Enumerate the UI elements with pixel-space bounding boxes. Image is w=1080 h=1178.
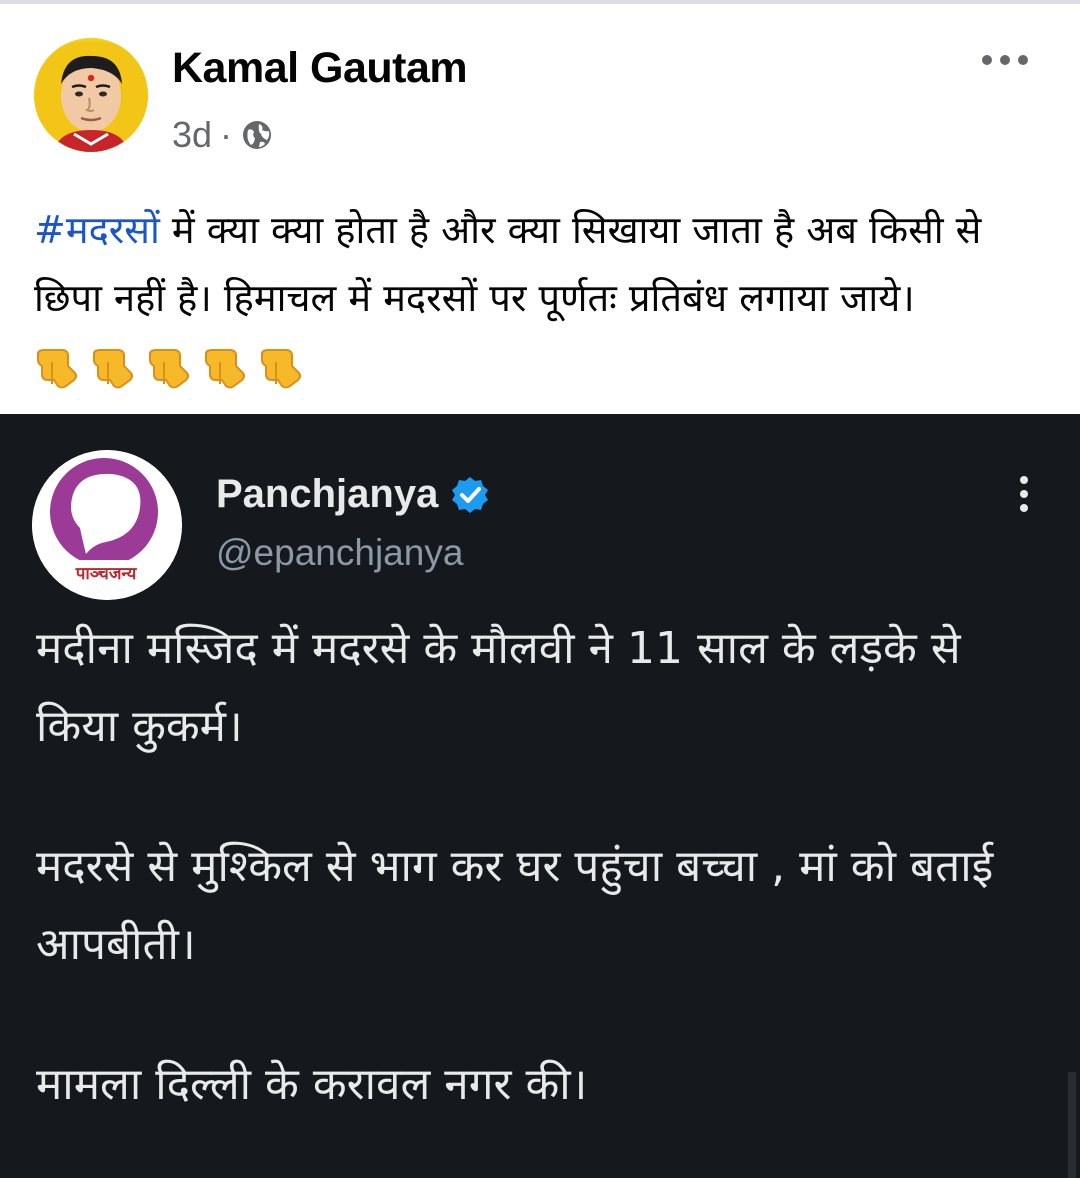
meta-separator: ·: [220, 114, 233, 155]
tweet-avatar[interactable]: पाञ्चजन्य: [32, 450, 182, 600]
post-time[interactable]: 3d: [172, 114, 212, 156]
emoji-row: 👇👇👇👇👇: [34, 348, 308, 390]
tweet-name-row: Panchjanya: [216, 472, 490, 517]
tweet-body: मदीना मस्जिद में मदरसे के मौलवी ने 11 सा…: [36, 610, 1056, 1178]
avatar-illustration: [34, 38, 148, 152]
verified-badge-icon: [452, 476, 489, 513]
tweet-display-name[interactable]: Panchjanya: [216, 472, 438, 517]
pointing-down-emoji-icon: [93, 348, 133, 388]
post-header: Kamal Gautam 3d ·: [0, 0, 1080, 170]
scroll-edge: [1068, 1072, 1076, 1178]
tweet-paragraph: मदरसे से मुश्किल से भाग कर घर पहुंचा बच्…: [36, 841, 994, 970]
tweet-paragraph: मदीना मस्जिद में मदरसे के मौलवी ने 11 सा…: [36, 623, 961, 752]
pointing-down-emoji-icon: [37, 348, 77, 388]
post-body-text: में क्या क्या होता है और क्या सिखाया जात…: [34, 208, 982, 320]
embedded-tweet-image[interactable]: पाञ्चजन्य Panchjanya @epanchjanya मदीना …: [0, 414, 1080, 1178]
post-text: #मदरसों में क्या क्या होता है और क्या सि…: [34, 196, 1044, 400]
author-avatar[interactable]: [34, 38, 148, 152]
hashtag-link[interactable]: #मदरसों: [34, 208, 160, 252]
tweet-handle[interactable]: @epanchjanya: [216, 532, 463, 574]
pointing-down-emoji-icon: [261, 348, 301, 388]
pointing-down-emoji-icon: [149, 348, 189, 388]
panchjanya-logo: पाञ्चजन्य: [32, 450, 182, 600]
tweet-paragraph: मामला दिल्ली के करावल नगर की।: [36, 1059, 588, 1110]
logo-text: पाञ्चजन्य: [75, 564, 138, 584]
more-vertical-icon[interactable]: [1014, 474, 1034, 514]
post-meta: 3d ·: [172, 114, 274, 156]
globe-icon[interactable]: [240, 118, 274, 152]
author-name[interactable]: Kamal Gautam: [172, 44, 468, 93]
more-horizontal-icon[interactable]: [980, 48, 1030, 72]
pointing-down-emoji-icon: [205, 348, 245, 388]
